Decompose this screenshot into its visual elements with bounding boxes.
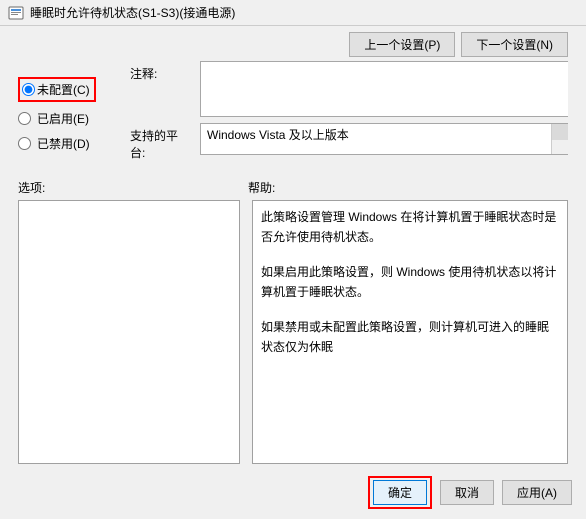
window-title: 睡眠时允许待机状态(S1-S3)(接通电源) [30, 4, 235, 21]
radio-enabled[interactable] [18, 112, 31, 125]
platform-label: 支持的平台: [130, 123, 192, 161]
comment-label: 注释: [130, 61, 192, 117]
help-text-2: 如果启用此策略设置，则 Windows 使用待机状态以将计算机置于睡眠状态。 [261, 262, 559, 303]
highlight-ok: 确定 [368, 476, 432, 509]
titlebar: 睡眠时允许待机状态(S1-S3)(接通电源) [0, 0, 586, 26]
help-pane: 此策略设置管理 Windows 在将计算机置于睡眠状态时是否允许使用待机状态。 … [252, 200, 568, 464]
help-text-1: 此策略设置管理 Windows 在将计算机置于睡眠状态时是否允许使用待机状态。 [261, 207, 559, 248]
platform-text: Windows Vista 及以上版本 [201, 124, 551, 154]
comment-input[interactable] [200, 61, 568, 117]
radio-not-configured-label: 未配置(C) [37, 81, 90, 98]
ok-button[interactable]: 确定 [373, 480, 427, 505]
options-pane [18, 200, 240, 464]
highlight-not-configured: 未配置(C) [18, 77, 96, 102]
options-label: 选项: [18, 179, 248, 196]
radio-disabled-label: 已禁用(D) [37, 135, 90, 152]
dialog-buttons: 确定 取消 应用(A) [0, 468, 586, 519]
radio-disabled[interactable] [18, 137, 31, 150]
platform-field: Windows Vista 及以上版本 [200, 123, 568, 155]
prev-setting-button[interactable]: 上一个设置(P) [349, 32, 455, 57]
state-radio-group: 未配置(C) 已启用(E) 已禁用(D) [18, 61, 120, 161]
help-label: 帮助: [248, 179, 275, 196]
radio-not-configured[interactable] [22, 83, 35, 96]
help-text-3: 如果禁用或未配置此策略设置，则计算机可进入的睡眠状态仅为休眠 [261, 317, 559, 358]
apply-button[interactable]: 应用(A) [502, 480, 572, 505]
next-setting-button[interactable]: 下一个设置(N) [461, 32, 568, 57]
radio-enabled-label: 已启用(E) [37, 110, 89, 127]
nav-buttons: 上一个设置(P) 下一个设置(N) [0, 26, 586, 61]
cancel-button[interactable]: 取消 [440, 480, 494, 505]
platform-scrollbar[interactable] [551, 124, 568, 154]
policy-icon [8, 5, 24, 21]
